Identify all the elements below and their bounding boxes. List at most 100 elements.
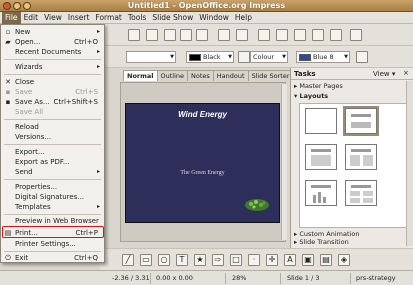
menu-item-reload[interactable]: Reload: [2, 122, 103, 132]
menu-item-save-as[interactable]: ▪ Save As... Ctrl+Shift+S: [2, 97, 103, 107]
callout-tool-icon[interactable]: □: [230, 254, 242, 266]
slide-canvas[interactable]: Wind Energy The Green Energy: [125, 103, 280, 223]
menu-item-properties[interactable]: Properties...: [2, 182, 103, 192]
leaf-image[interactable]: [244, 198, 270, 212]
menu-item-open[interactable]: ▰ Open... Ctrl+O: [2, 37, 103, 47]
chart-icon[interactable]: [258, 29, 270, 41]
menu-tools[interactable]: Tools: [125, 12, 149, 24]
tab-outline[interactable]: Outline: [156, 70, 189, 81]
slide-indicator: Slide 1 / 3: [287, 274, 320, 282]
line-style-select[interactable]: ▼: [126, 51, 176, 63]
navigator-icon[interactable]: [294, 29, 306, 41]
menu-item-save[interactable]: ▪ Save Ctrl+S: [2, 87, 103, 97]
title-bar: Untitled1 - OpenOffice.org Impress: [0, 0, 413, 12]
from-file-icon[interactable]: ▣: [302, 254, 314, 266]
menu-item-versions[interactable]: Versions...: [2, 132, 103, 142]
shadow-icon[interactable]: [356, 51, 368, 63]
tasks-view-menu[interactable]: View ▾: [373, 70, 395, 78]
layout-blank[interactable]: [305, 108, 337, 134]
copy-icon[interactable]: [180, 29, 192, 41]
extrusion-icon[interactable]: ◈: [338, 254, 350, 266]
text-tool-icon[interactable]: T: [176, 254, 188, 266]
blue-swatch: [299, 53, 311, 61]
fontwork-icon[interactable]: A: [284, 254, 296, 266]
cut-icon[interactable]: [164, 29, 176, 41]
chevron-down-icon: ▼: [228, 54, 232, 60]
help-icon[interactable]: [350, 29, 362, 41]
arrow-tool-icon[interactable]: ⇨: [212, 254, 224, 266]
area-icon[interactable]: [238, 51, 250, 63]
gallery-icon[interactable]: ▤: [320, 254, 332, 266]
menu-file[interactable]: File: [2, 11, 21, 24]
menu-separator: [4, 119, 101, 120]
menu-item-send[interactable]: Send ▸: [2, 167, 103, 177]
paste-icon[interactable]: [196, 29, 208, 41]
undo-icon[interactable]: [218, 29, 230, 41]
slide-title[interactable]: Wind Energy: [126, 110, 279, 119]
menu-item-preview-web[interactable]: Preview in Web Browser: [2, 216, 103, 226]
draw-functions-icon[interactable]: [312, 29, 324, 41]
gallery-icon[interactable]: [330, 29, 342, 41]
layout-title-content[interactable]: [305, 144, 337, 170]
section-layouts[interactable]: ▾ Layouts: [294, 92, 328, 100]
layout-chart[interactable]: [305, 180, 337, 206]
menu-item-label: New: [15, 28, 31, 36]
points-icon[interactable]: ·: [248, 254, 260, 266]
menu-item-save-all[interactable]: Save All: [2, 107, 103, 117]
star-tool-icon[interactable]: ★: [194, 254, 206, 266]
menu-item-exit[interactable]: ⏻ Exit Ctrl+Q: [2, 253, 103, 263]
glue-points-icon[interactable]: ✛: [266, 254, 278, 266]
slide-subtitle[interactable]: The Green Energy: [126, 170, 279, 176]
layout-title-slide[interactable]: [343, 106, 379, 136]
line-tool-icon[interactable]: ╱: [122, 254, 134, 266]
tab-slide-sorter[interactable]: Slide Sorter: [247, 70, 294, 81]
menu-item-shortcut: Ctrl+S: [75, 88, 98, 96]
layout-title-2-content[interactable]: [345, 144, 377, 170]
menu-view[interactable]: View: [41, 12, 65, 24]
menu-insert[interactable]: Insert: [65, 12, 93, 24]
menu-item-digital-signatures[interactable]: Digital Signatures...: [2, 192, 103, 202]
menu-item-label: Properties...: [15, 183, 58, 191]
section-master-pages[interactable]: ▸ Master Pages: [294, 82, 343, 90]
menu-item-export-pdf[interactable]: Export as PDF...: [2, 157, 103, 167]
menu-item-templates[interactable]: Templates ▸: [2, 202, 103, 212]
menu-item-wizards[interactable]: Wizards ▸: [2, 62, 103, 72]
menu-item-export[interactable]: Export...: [2, 147, 103, 157]
menu-item-label: Save All: [15, 108, 44, 116]
close-icon[interactable]: ×: [403, 69, 409, 77]
print-icon[interactable]: [128, 29, 140, 41]
table-icon[interactable]: [276, 29, 288, 41]
fill-type-select[interactable]: Colour ▼: [250, 51, 288, 63]
workarea-vertical-scrollbar[interactable]: [281, 84, 287, 240]
menu-help[interactable]: Help: [232, 12, 255, 24]
section-slide-transition[interactable]: ▸ Slide Transition: [294, 238, 349, 246]
menu-item-close[interactable]: ✕ Close: [2, 77, 103, 87]
line-color-select[interactable]: Black ▼: [186, 51, 234, 63]
view-tabs: Normal Outline Notes Handout Slide Sorte…: [123, 70, 294, 82]
redo-icon[interactable]: [236, 29, 248, 41]
black-swatch: [189, 53, 201, 61]
layout-four-content[interactable]: [345, 180, 377, 206]
menu-format[interactable]: Format: [92, 12, 124, 24]
menu-window[interactable]: Window: [196, 12, 232, 24]
zoom-level[interactable]: 28%: [232, 274, 246, 282]
section-custom-animation[interactable]: ▸ Custom Animation: [294, 230, 359, 238]
menu-item-label: Send: [15, 168, 33, 176]
menu-item-recent-documents[interactable]: Recent Documents ▸: [2, 47, 103, 57]
menu-separator: [4, 179, 101, 180]
menu-item-printer-settings[interactable]: Printer Settings...: [2, 239, 103, 249]
spellcheck-icon[interactable]: [146, 29, 158, 41]
line-color-value: Black: [203, 53, 221, 61]
tab-notes[interactable]: Notes: [187, 70, 214, 81]
rectangle-tool-icon[interactable]: ▭: [140, 254, 152, 266]
tasks-header: Tasks View ▾ ×: [291, 68, 413, 80]
menu-edit[interactable]: Edit: [21, 12, 42, 24]
menu-slide-show[interactable]: Slide Show: [149, 12, 196, 24]
fill-color-select[interactable]: Blue 8 ▼: [296, 51, 350, 63]
menu-item-new[interactable]: ▫ New ▸: [2, 27, 103, 37]
ellipse-tool-icon[interactable]: ○: [158, 254, 170, 266]
drawing-toolbar: ╱ ▭ ○ T ★ ⇨ □ · ✛ A ▣ ▤ ◈: [100, 248, 413, 270]
tab-normal[interactable]: Normal: [123, 70, 158, 81]
tasks-vertical-scrollbar[interactable]: [406, 81, 413, 246]
tab-handout[interactable]: Handout: [212, 70, 249, 81]
